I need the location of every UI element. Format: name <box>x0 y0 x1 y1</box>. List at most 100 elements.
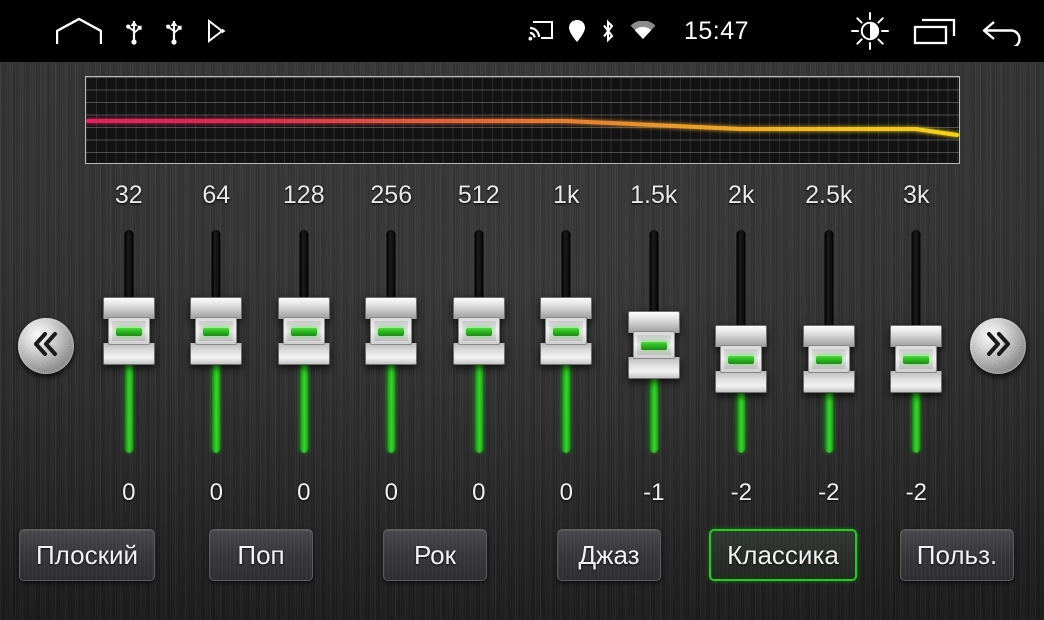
frequency-label: 512 <box>457 181 500 209</box>
thumb-face <box>195 317 238 345</box>
frequency-label-row: 32 64 128 256 512 1k 1.5k 2k 2.5k 3k <box>85 181 960 210</box>
eq-response-graph <box>85 76 960 164</box>
preset-cell: Джаз <box>522 524 696 586</box>
slider-thumb[interactable] <box>190 297 243 365</box>
frequency-label: 128 <box>282 181 325 209</box>
slider-thumb[interactable] <box>540 297 593 365</box>
status-bar-left-group <box>56 0 226 62</box>
slider-track-upper <box>124 230 134 303</box>
eq-slider[interactable] <box>348 225 436 460</box>
slider-track-lower <box>911 387 921 453</box>
thumb-cap-bottom <box>102 343 155 365</box>
thumb-led-indicator <box>903 354 930 364</box>
gain-value-label: -1 <box>643 479 665 506</box>
eq-slider[interactable] <box>698 225 786 460</box>
brightness-icon[interactable] <box>850 11 890 51</box>
slider-track-lower <box>211 359 221 453</box>
preset-button[interactable]: Плоский <box>18 529 156 581</box>
eq-slider[interactable] <box>873 225 961 460</box>
location-pin-icon <box>568 19 586 43</box>
eq-slider-row <box>85 225 960 460</box>
thumb-cap-bottom <box>802 371 855 393</box>
next-page-button[interactable] <box>970 318 1026 374</box>
slider-thumb[interactable] <box>102 297 155 365</box>
eq-slider[interactable] <box>173 225 261 460</box>
thumb-cap-bottom <box>190 343 243 365</box>
preset-cell: Польз. <box>870 524 1044 586</box>
slider-track-lower <box>299 359 309 453</box>
frequency-label: 1k <box>553 181 580 209</box>
thumb-cap-top <box>102 297 155 319</box>
eq-slider[interactable] <box>85 225 173 460</box>
frequency-label: 1.5k <box>630 181 678 209</box>
play-store-icon <box>206 18 226 44</box>
bluetooth-icon <box>600 19 616 43</box>
frequency-label: 32 <box>114 181 143 209</box>
home-icon[interactable] <box>56 17 102 45</box>
slider-thumb[interactable] <box>802 325 855 393</box>
slider-track-lower <box>124 359 134 453</box>
usb-icon <box>126 17 142 45</box>
slider-track-upper <box>649 230 659 317</box>
slider-thumb[interactable] <box>277 297 330 365</box>
thumb-face <box>370 317 413 345</box>
slider-thumb[interactable] <box>890 325 943 393</box>
thumb-face <box>545 317 588 345</box>
thumb-led-indicator <box>640 340 667 350</box>
slider-track-lower <box>561 359 571 453</box>
thumb-cap-bottom <box>452 343 505 365</box>
double-chevron-right-icon <box>983 331 1013 362</box>
preset-button[interactable]: Польз. <box>899 529 1015 581</box>
frequency-label: 64 <box>202 181 231 209</box>
thumb-cap-bottom <box>277 343 330 365</box>
thumb-cap-bottom <box>890 371 943 393</box>
eq-slider[interactable] <box>260 225 348 460</box>
eq-slider[interactable] <box>610 225 698 460</box>
slider-track-lower <box>736 387 746 453</box>
status-bar: 15:47 <box>0 0 1044 62</box>
preset-button[interactable]: Джаз <box>557 529 661 581</box>
slider-track-lower <box>386 359 396 453</box>
thumb-face <box>720 345 763 373</box>
equalizer-screen: 15:47 32 64 128 256 512 1k 1.5k 2k 2.5k … <box>0 0 1044 620</box>
slider-thumb[interactable] <box>627 311 680 379</box>
slider-track-upper <box>824 230 834 331</box>
preset-cell: Классика <box>696 524 870 586</box>
slider-thumb[interactable] <box>715 325 768 393</box>
slider-track-upper <box>561 230 571 303</box>
eq-response-curve <box>86 119 959 137</box>
thumb-cap-top <box>277 297 330 319</box>
eq-slider[interactable] <box>785 225 873 460</box>
recents-icon[interactable] <box>912 16 958 46</box>
slider-thumb[interactable] <box>365 297 418 365</box>
slider-track-upper <box>299 230 309 303</box>
thumb-led-indicator <box>290 326 317 336</box>
frequency-label: 2.5k <box>805 181 853 209</box>
thumb-cap-top <box>540 297 593 319</box>
thumb-face <box>895 345 938 373</box>
back-icon[interactable] <box>980 16 1026 46</box>
thumb-cap-bottom <box>627 357 680 379</box>
thumb-cap-top <box>802 325 855 347</box>
gain-value-label: 0 <box>122 479 136 506</box>
thumb-face <box>632 331 675 359</box>
preset-button[interactable]: Классика <box>709 529 857 581</box>
gain-value-row: 0 0 0 0 0 0 -1 -2 -2 -2 <box>85 479 960 507</box>
thumb-cap-top <box>452 297 505 319</box>
gain-value-label: 0 <box>472 479 486 506</box>
thumb-cap-bottom <box>365 343 418 365</box>
thumb-led-indicator <box>203 326 230 336</box>
thumb-cap-bottom <box>715 371 768 393</box>
eq-slider[interactable] <box>435 225 523 460</box>
prev-page-button[interactable] <box>18 318 74 374</box>
thumb-cap-top <box>365 297 418 319</box>
thumb-cap-bottom <box>540 343 593 365</box>
preset-button[interactable]: Рок <box>383 529 487 581</box>
preset-button[interactable]: Поп <box>209 529 313 581</box>
thumb-led-indicator <box>815 354 842 364</box>
frequency-label: 2k <box>728 181 755 209</box>
slider-track-upper <box>386 230 396 303</box>
eq-slider[interactable] <box>523 225 611 460</box>
slider-track-lower <box>824 387 834 453</box>
slider-thumb[interactable] <box>452 297 505 365</box>
